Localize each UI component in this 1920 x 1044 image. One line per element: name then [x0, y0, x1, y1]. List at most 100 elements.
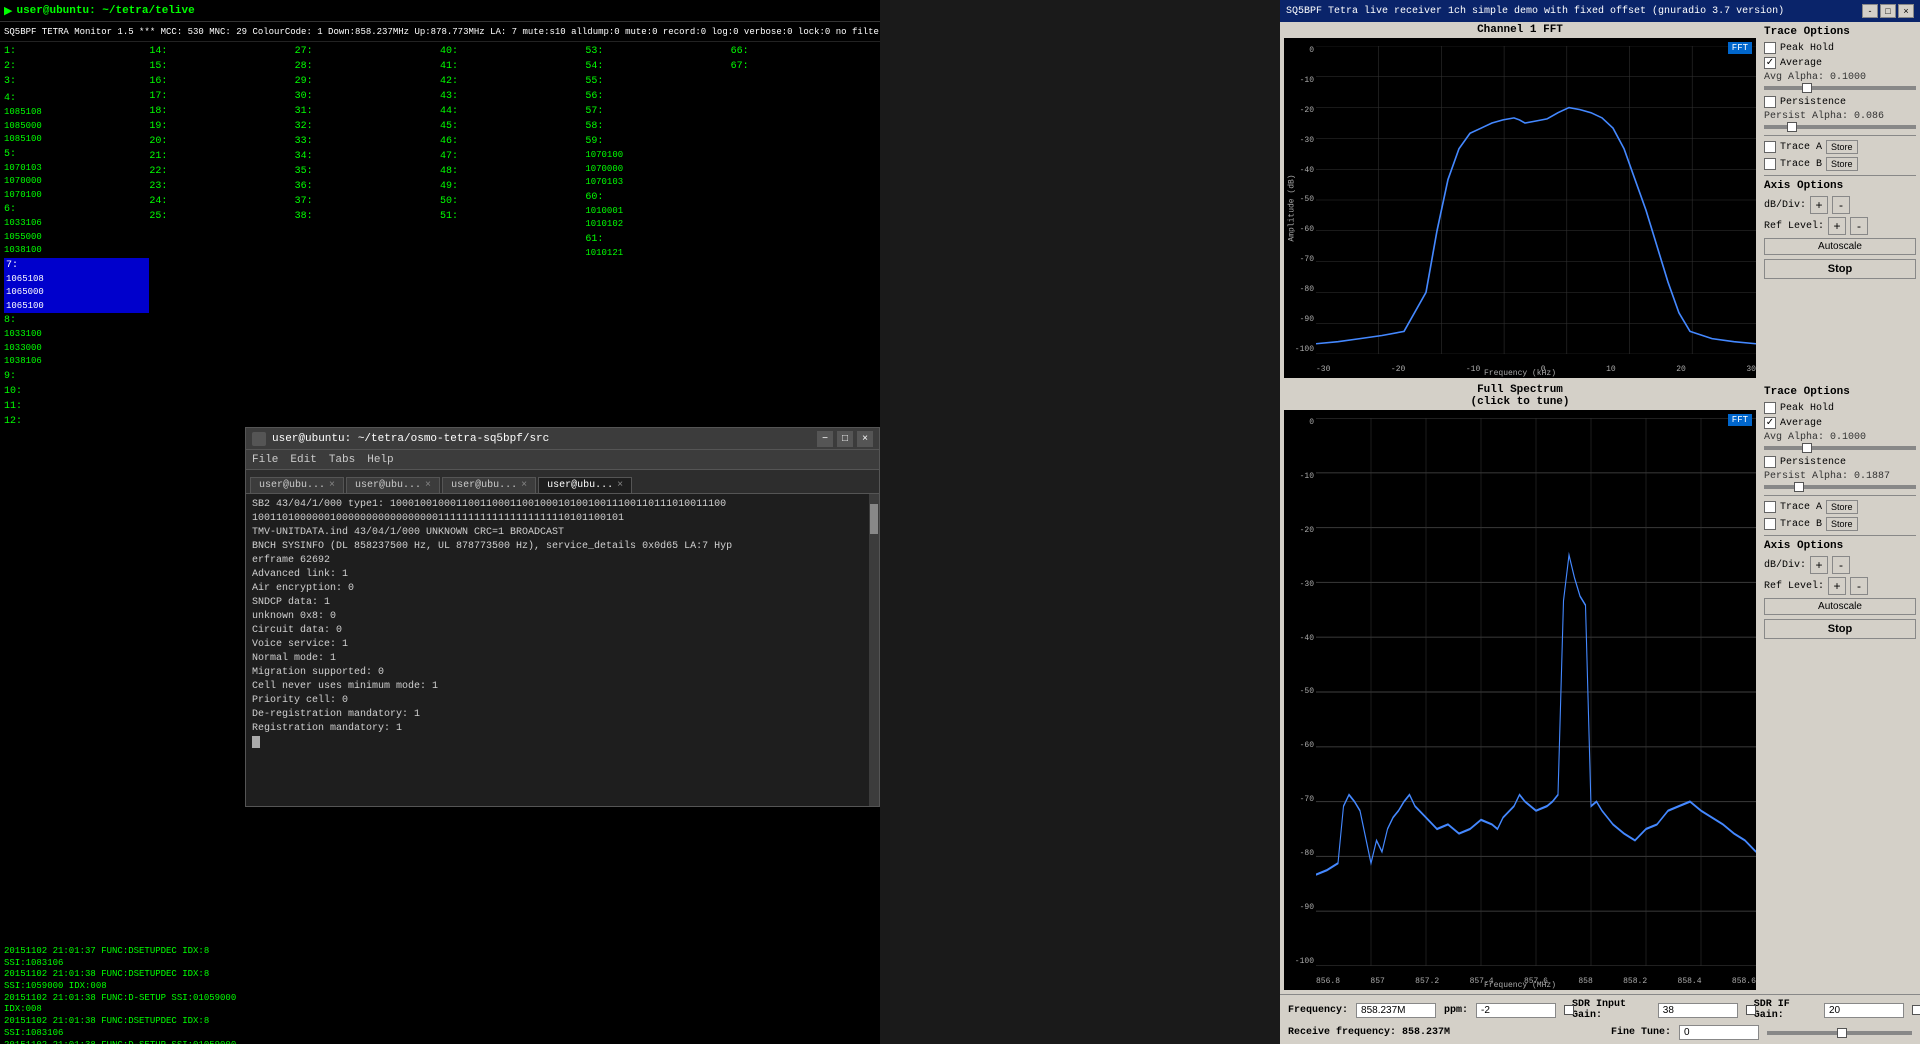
top-fft-section: Channel 1 FFT FFT 0 -10 -20 -30 -40 -50 …: [1280, 22, 1920, 382]
top-y-title: Amplitude (dB): [1288, 174, 1297, 241]
bottom-controls: Frequency: ppm: SDR Input Gain: SDR IF G…: [1280, 994, 1920, 1044]
dbdiv-minus-bottom[interactable]: -: [1832, 556, 1850, 574]
store-b-button-top[interactable]: Store: [1826, 157, 1858, 171]
trace-b-checkbox-bottom[interactable]: [1764, 518, 1776, 530]
autoscale-button-bottom[interactable]: Autoscale: [1764, 598, 1916, 615]
tab-2-label: user@ubu...: [355, 480, 421, 491]
terminal-titlebar: user@ubuntu: ~/tetra/osmo-tetra-sq5bpf/s…: [246, 428, 879, 450]
tab-2[interactable]: user@ubu... ×: [346, 477, 440, 493]
y-label: -30: [1284, 136, 1316, 145]
close-button[interactable]: ×: [857, 431, 873, 447]
bottom-fft-label: FFT: [1728, 414, 1752, 426]
persistence-label-top: Persistence: [1780, 97, 1846, 108]
menu-tabs[interactable]: Tabs: [329, 454, 355, 466]
minimize-button[interactable]: −: [817, 431, 833, 447]
tab-1[interactable]: user@ubu... ×: [250, 477, 344, 493]
y-label: -60: [1284, 741, 1316, 750]
store-b-button-bottom[interactable]: Store: [1826, 517, 1858, 531]
tab-4-label: user@ubu...: [547, 480, 613, 491]
term-line-12: Normal mode: 1: [252, 652, 873, 666]
average-label-top: Average: [1780, 58, 1822, 69]
reflevel-minus-bottom[interactable]: -: [1850, 577, 1868, 595]
reflevel-plus-bottom[interactable]: +: [1828, 577, 1846, 595]
store-a-button-bottom[interactable]: Store: [1826, 500, 1858, 514]
fine-tune-input[interactable]: [1679, 1025, 1759, 1040]
store-a-button-top[interactable]: Store: [1826, 140, 1858, 154]
autoscale-button-top[interactable]: Autoscale: [1764, 238, 1916, 255]
ppm-thumb[interactable]: [1564, 1005, 1574, 1015]
term-line-4: BNCH SYSINFO (DL 858237500 Hz, UL 878773…: [252, 540, 873, 554]
menu-file[interactable]: File: [252, 454, 278, 466]
top-fft-plot[interactable]: FFT 0 -10 -20 -30 -40 -50 -60 -70 -80 -9…: [1284, 38, 1756, 378]
ppm-label: ppm:: [1444, 1005, 1468, 1016]
sdr-if-gain-input[interactable]: [1824, 1003, 1904, 1018]
terminal-tabs: user@ubu... × user@ubu... × user@ubu... …: [246, 470, 879, 494]
x-label: 858.2: [1623, 977, 1647, 986]
gnuradio-close[interactable]: ×: [1898, 4, 1914, 18]
reflevel-label-bottom: Ref Level:: [1764, 581, 1824, 592]
frequency-input[interactable]: [1356, 1003, 1436, 1018]
average-checkbox-top[interactable]: [1764, 57, 1776, 69]
avg-alpha-slider-top[interactable]: [1764, 86, 1916, 90]
tab-4-close[interactable]: ×: [617, 480, 623, 491]
tab-4[interactable]: user@ubu... ×: [538, 477, 632, 493]
gnuradio-maximize[interactable]: □: [1880, 4, 1896, 18]
trace-a-checkbox-top[interactable]: [1764, 141, 1776, 153]
scrollbar[interactable]: [869, 494, 879, 806]
sdr-input-gain-input[interactable]: [1658, 1003, 1738, 1018]
row-label: 6:: [4, 202, 149, 217]
tab-1-close[interactable]: ×: [329, 480, 335, 491]
avg-alpha-thumb-top[interactable]: [1802, 83, 1812, 93]
term-line-2: 1001101000000100000000000000000111111111…: [252, 512, 873, 526]
bottom-options-panel: Trace Options Peak Hold Average Avg Alph…: [1760, 382, 1920, 994]
reflevel-plus-top[interactable]: +: [1828, 217, 1846, 235]
menu-help[interactable]: Help: [367, 454, 393, 466]
reflevel-minus-top[interactable]: -: [1850, 217, 1868, 235]
bottom-spectrum-title: Full Spectrum (click to tune): [1280, 382, 1760, 410]
menu-edit[interactable]: Edit: [290, 454, 316, 466]
tab-3[interactable]: user@ubu... ×: [442, 477, 536, 493]
trace-a-checkbox-bottom[interactable]: [1764, 501, 1776, 513]
bottom-spectrum-plot[interactable]: FFT 0 -10 -20 -30 -40 -50 -60 -70 -80 -9…: [1284, 410, 1756, 990]
persistence-checkbox-top[interactable]: [1764, 96, 1776, 108]
y-label: -10: [1284, 76, 1316, 85]
persist-slider-top[interactable]: [1764, 125, 1916, 129]
tab-3-close[interactable]: ×: [521, 480, 527, 491]
log-line: 20151102 21:01:38 FUNC:D-SETUP SSI:01059…: [4, 993, 241, 1016]
stop-button-bottom[interactable]: Stop: [1764, 619, 1916, 639]
peak-hold-checkbox-bottom[interactable]: [1764, 402, 1776, 414]
bottom-y-axis: 0 -10 -20 -30 -40 -50 -60 -70 -80 -90 -1…: [1284, 418, 1316, 966]
y-label: -100: [1284, 345, 1316, 354]
avg-alpha-slider-bottom[interactable]: [1764, 446, 1916, 450]
persistence-checkbox-bottom[interactable]: [1764, 456, 1776, 468]
fine-tune-slider[interactable]: [1767, 1031, 1912, 1035]
left-title: user@ubuntu: ~/tetra/telive: [16, 5, 194, 17]
top-x-title: Frequency (kHz): [1484, 369, 1556, 378]
peak-hold-checkbox-top[interactable]: [1764, 42, 1776, 54]
persist-thumb-top[interactable]: [1787, 122, 1797, 132]
fine-tune-thumb[interactable]: [1837, 1028, 1847, 1038]
persist-alpha-bottom: Persist Alpha: 0.1887: [1764, 471, 1916, 482]
sdr-gain-thumb[interactable]: [1746, 1005, 1756, 1015]
control-row-2: Receive frequency: 858.237M Fine Tune:: [1288, 1025, 1912, 1040]
persist-slider-bottom[interactable]: [1764, 485, 1916, 489]
stop-button-top[interactable]: Stop: [1764, 259, 1916, 279]
dbdiv-minus-top[interactable]: -: [1832, 196, 1850, 214]
persist-thumb-bottom[interactable]: [1794, 482, 1804, 492]
tab-2-close[interactable]: ×: [425, 480, 431, 491]
grid-col-1: 1: 2: 3: 4: 1085108 1085000 1085100 5: 1…: [4, 44, 149, 429]
sdr-if-thumb[interactable]: [1912, 1005, 1920, 1015]
y-label: -40: [1284, 634, 1316, 643]
terminal-menubar: File Edit Tabs Help: [246, 450, 879, 470]
gnuradio-minimize[interactable]: -: [1862, 4, 1878, 18]
ppm-input[interactable]: [1476, 1003, 1556, 1018]
divider-3: [1764, 495, 1916, 496]
dbdiv-plus-top[interactable]: +: [1810, 196, 1828, 214]
dbdiv-plus-bottom[interactable]: +: [1810, 556, 1828, 574]
average-checkbox-bottom[interactable]: [1764, 417, 1776, 429]
gnuradio-panel: SQ5BPF Tetra live receiver 1ch simple de…: [1280, 0, 1920, 1044]
avg-alpha-thumb-bottom[interactable]: [1802, 443, 1812, 453]
maximize-button[interactable]: □: [837, 431, 853, 447]
scroll-thumb[interactable]: [870, 504, 878, 534]
trace-b-checkbox-top[interactable]: [1764, 158, 1776, 170]
